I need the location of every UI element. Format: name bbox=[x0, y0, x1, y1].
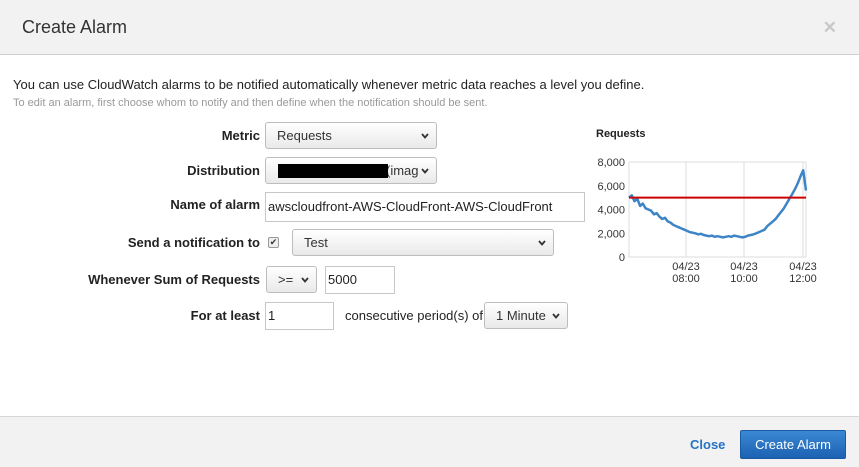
series-line bbox=[628, 169, 808, 239]
consecutive-text: consecutive period(s) of bbox=[345, 308, 484, 323]
distribution-select-value: (imag bbox=[386, 163, 419, 178]
periods-input[interactable]: 1 bbox=[265, 302, 334, 330]
y-tick-label: 2,000 bbox=[597, 228, 625, 240]
close-icon[interactable]: ✕ bbox=[823, 18, 837, 38]
requests-chart: 8,0006,0004,0002,000004/2308:0004/2310:0… bbox=[597, 157, 817, 285]
period-select[interactable]: 1 Minute bbox=[484, 302, 568, 329]
y-tick-label: 8,000 bbox=[597, 157, 625, 169]
redacted-block bbox=[278, 164, 388, 178]
x-tick-time: 08:00 bbox=[672, 273, 700, 285]
metric-select[interactable]: Requests bbox=[265, 122, 437, 149]
close-button[interactable]: Close bbox=[690, 437, 725, 452]
x-tick-date: 04/23 bbox=[672, 261, 700, 273]
alarm-name-input[interactable]: awscloudfront-AWS-CloudFront-AWS-CloudFr… bbox=[265, 192, 585, 222]
period-select-value: 1 Minute bbox=[496, 308, 546, 323]
x-tick-date: 04/23 bbox=[730, 261, 758, 273]
create-alarm-button[interactable]: Create Alarm bbox=[740, 430, 846, 459]
distribution-label: Distribution bbox=[187, 163, 260, 178]
condition-label: Whenever Sum of Requests bbox=[88, 272, 260, 287]
hint-text: To edit an alarm, first choose whom to n… bbox=[13, 97, 488, 109]
chart-title: Requests bbox=[596, 128, 646, 140]
atleast-label: For at least bbox=[190, 308, 260, 323]
operator-select[interactable]: >= bbox=[266, 266, 317, 293]
name-label: Name of alarm bbox=[170, 197, 260, 212]
dialog-header: Create Alarm ✕ bbox=[0, 0, 859, 55]
operator-select-value: >= bbox=[278, 272, 294, 287]
notify-select[interactable]: Test bbox=[292, 229, 554, 256]
x-tick-time: 12:00 bbox=[789, 273, 817, 285]
notify-label: Send a notification to bbox=[127, 235, 260, 250]
dialog-title: Create Alarm bbox=[22, 17, 128, 37]
x-tick-date: 04/23 bbox=[789, 261, 817, 273]
chevron-down-icon bbox=[538, 240, 546, 246]
intro-text: You can use CloudWatch alarms to be noti… bbox=[13, 77, 645, 92]
chevron-down-icon bbox=[552, 313, 560, 319]
plot-frame bbox=[628, 161, 807, 258]
threshold-input[interactable]: 5000 bbox=[325, 266, 395, 294]
x-tick-time: 10:00 bbox=[730, 273, 758, 285]
y-tick-label: 0 bbox=[619, 252, 625, 264]
metric-select-value: Requests bbox=[277, 128, 332, 143]
distribution-select[interactable]: (imag bbox=[265, 157, 437, 184]
notify-select-value: Test bbox=[304, 235, 328, 250]
chevron-down-icon bbox=[421, 133, 429, 139]
chevron-down-icon bbox=[421, 168, 429, 174]
dialog-footer: Close Create Alarm bbox=[0, 416, 859, 467]
chevron-down-icon bbox=[301, 277, 309, 283]
notify-checkbox[interactable]: ✔ bbox=[268, 237, 279, 248]
y-tick-label: 4,000 bbox=[597, 205, 625, 217]
metric-label: Metric bbox=[221, 128, 260, 143]
y-tick-label: 6,000 bbox=[597, 181, 625, 193]
